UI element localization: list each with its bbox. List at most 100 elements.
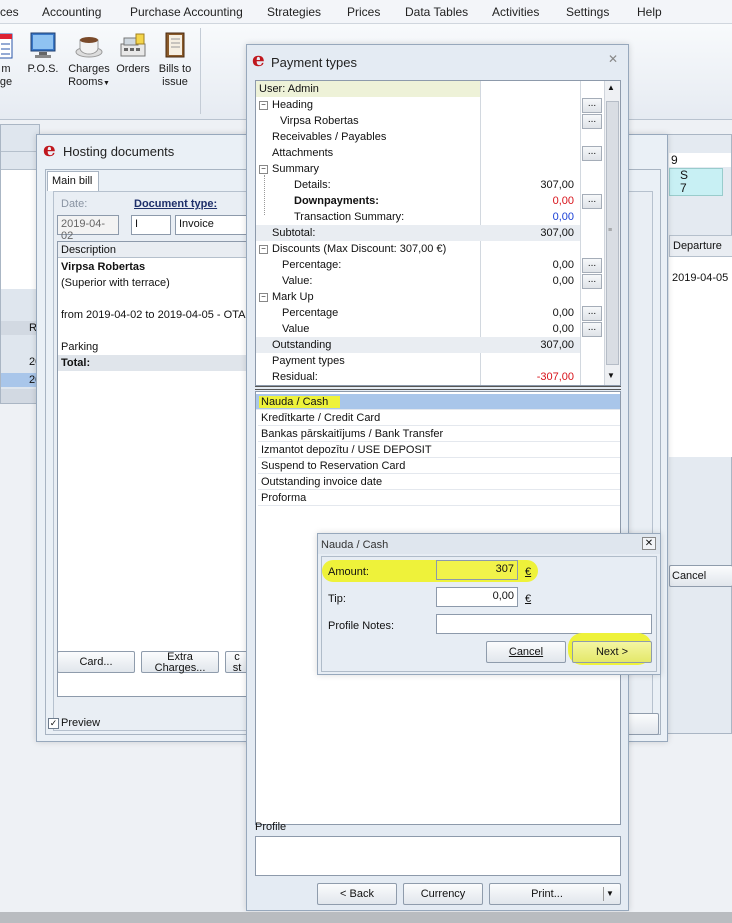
markup-value-row: Value <box>282 323 310 335</box>
menu-prices[interactable]: Prices <box>347 5 380 19</box>
summary-tree-grid: User: Admin − Heading ... Virpsa Roberta… <box>255 80 621 386</box>
document-code-field[interactable]: I <box>131 215 171 235</box>
menu-accounting[interactable]: Accounting <box>42 5 101 19</box>
amount-field[interactable]: 307 <box>436 560 518 580</box>
monitor-icon <box>30 32 56 58</box>
description-header[interactable]: Description <box>58 242 248 258</box>
departure-header[interactable]: Departure <box>669 235 732 257</box>
transaction-summary-value: 0,00 <box>552 211 574 223</box>
discount-value-value: 0,00 <box>552 275 574 287</box>
guest-row: Virpsa Robertas <box>280 115 359 127</box>
cancel-button-background[interactable]: Cancel <box>669 565 732 587</box>
menu-strategies[interactable]: Strategies <box>267 5 321 19</box>
bills-to-issue-button[interactable]: Bills to issue <box>155 30 195 89</box>
menu-data-tables[interactable]: Data Tables <box>405 5 468 19</box>
app-logo-icon: e <box>43 137 56 161</box>
pos-button[interactable]: P.O.S. <box>26 30 60 76</box>
attachments-more-button[interactable]: ... <box>582 146 602 161</box>
collapse-icon[interactable]: − <box>259 293 268 302</box>
next-button[interactable]: Next > <box>572 641 652 663</box>
extra-charges-button[interactable]: Extra Charges... <box>141 651 219 674</box>
subtotal-value: 307,00 <box>540 227 574 239</box>
close-icon[interactable]: ✕ <box>608 52 618 66</box>
vertical-scrollbar[interactable]: ▲ ≡ ▼ <box>604 81 620 385</box>
menu-settings[interactable]: Settings <box>566 5 609 19</box>
charges-rooms-button[interactable]: Charges Rooms▼ <box>66 30 112 90</box>
residual-row: Residual: <box>272 371 318 383</box>
method-outstanding-invoice[interactable]: Outstanding invoice date <box>258 474 620 490</box>
markup-percentage-row: Percentage <box>282 307 339 319</box>
description-grid: Description Virpsa Robertas (Superior wi… <box>57 241 249 697</box>
attachments-row: Attachments <box>272 147 334 159</box>
receivables-row: Receivables / Payables <box>272 131 387 143</box>
preview-checkbox[interactable]: ✓ <box>48 718 59 729</box>
method-suspend[interactable]: Suspend to Reservation Card <box>258 458 620 474</box>
method-bank-transfer[interactable]: Bankas pārskaitījums / Bank Transfer <box>258 426 620 442</box>
summary-row: Summary <box>272 163 320 175</box>
calendar-icon <box>0 33 13 59</box>
payment-types-row: Payment types <box>272 355 345 367</box>
downpayments-more-button[interactable]: ... <box>582 194 602 209</box>
discount-value-more-button[interactable]: ... <box>582 274 602 289</box>
method-proforma[interactable]: Proforma <box>258 490 620 506</box>
date-field[interactable]: 2019-04-02 <box>57 215 119 242</box>
guest-name: Virpsa Robertas <box>61 261 146 273</box>
tab-main-bill[interactable]: Main bill <box>47 171 99 191</box>
markup-value-value: 0,00 <box>552 323 574 335</box>
method-cash[interactable]: Nauda / Cash <box>256 394 620 410</box>
menu-purchase-accounting[interactable]: Purchase Accounting <box>130 5 243 19</box>
collapse-icon[interactable]: − <box>259 101 268 110</box>
method-credit-card[interactable]: Kredītkarte / Credit Card <box>258 410 620 426</box>
card-button[interactable]: Card... <box>57 651 135 673</box>
method-use-deposit[interactable]: Izmantot depozītu / USE DEPOSIT <box>258 442 620 458</box>
profile-notes-field[interactable] <box>436 614 652 634</box>
discount-percentage-more-button[interactable]: ... <box>582 258 602 273</box>
details-value: 307,00 <box>540 179 574 191</box>
room-type: (Superior with terrace) <box>61 277 170 289</box>
orders-button[interactable]: Orders <box>114 30 152 76</box>
markup-row: Mark Up <box>272 291 314 303</box>
markup-percentage-more-button[interactable]: ... <box>582 306 602 321</box>
scroll-down-icon[interactable]: ▼ <box>607 371 615 380</box>
details-row: Details: <box>294 179 331 191</box>
discount-value-row: Value: <box>282 275 313 287</box>
ribbon-partial-button[interactable]: m ge <box>0 30 14 89</box>
parking-item: Parking <box>61 341 99 353</box>
profile-notes-label: Profile Notes: <box>328 620 395 632</box>
markup-percentage-value: 0,00 <box>552 307 574 319</box>
back-button[interactable]: < Back <box>317 883 397 905</box>
downpayments-row: Downpayments: <box>294 195 379 207</box>
heading-more-button[interactable]: ... <box>582 98 602 113</box>
chevron-down-icon[interactable]: ▼ <box>606 889 614 898</box>
selected-row[interactable]: 20 <box>1 373 41 387</box>
ribbon-separator <box>200 28 201 114</box>
menu-help[interactable]: Help <box>637 5 662 19</box>
profile-field[interactable] <box>255 836 621 876</box>
amount-label: Amount: <box>328 566 369 578</box>
heading-row: Heading <box>272 99 313 111</box>
splitter[interactable] <box>255 386 621 390</box>
guest-more-button[interactable]: ... <box>582 114 602 129</box>
grip-icon: ≡ <box>608 227 613 234</box>
close-icon[interactable]: ✕ <box>642 537 656 550</box>
tip-label: Tip: <box>328 593 346 605</box>
document-type-field[interactable]: Invoice <box>175 215 249 235</box>
currency-button[interactable]: Currency <box>403 883 483 905</box>
menu-bar: ces Accounting Purchase Accounting Strat… <box>0 0 732 24</box>
collapse-icon[interactable]: − <box>259 245 268 254</box>
scroll-up-icon[interactable]: ▲ <box>607 83 615 92</box>
collapse-icon[interactable]: − <box>259 165 268 174</box>
outstanding-value: 307,00 <box>540 339 574 351</box>
transaction-summary-row: Transaction Summary: <box>294 211 405 223</box>
menu-services[interactable]: ces <box>0 5 19 19</box>
discount-percentage-value: 0,00 <box>552 259 574 271</box>
cancel-button[interactable]: Cancel <box>486 641 566 663</box>
background-left-panel: R 20 20 <box>0 124 41 404</box>
tip-field[interactable]: 0,00 <box>436 587 518 607</box>
departure-value: 2019-04-05 <box>672 272 729 284</box>
downpayments-value: 0,00 <box>552 195 574 207</box>
menu-activities[interactable]: Activities <box>492 5 539 19</box>
print-button[interactable]: Print... <box>489 883 621 905</box>
markup-value-more-button[interactable]: ... <box>582 322 602 337</box>
outstanding-row: Outstanding <box>272 339 332 351</box>
